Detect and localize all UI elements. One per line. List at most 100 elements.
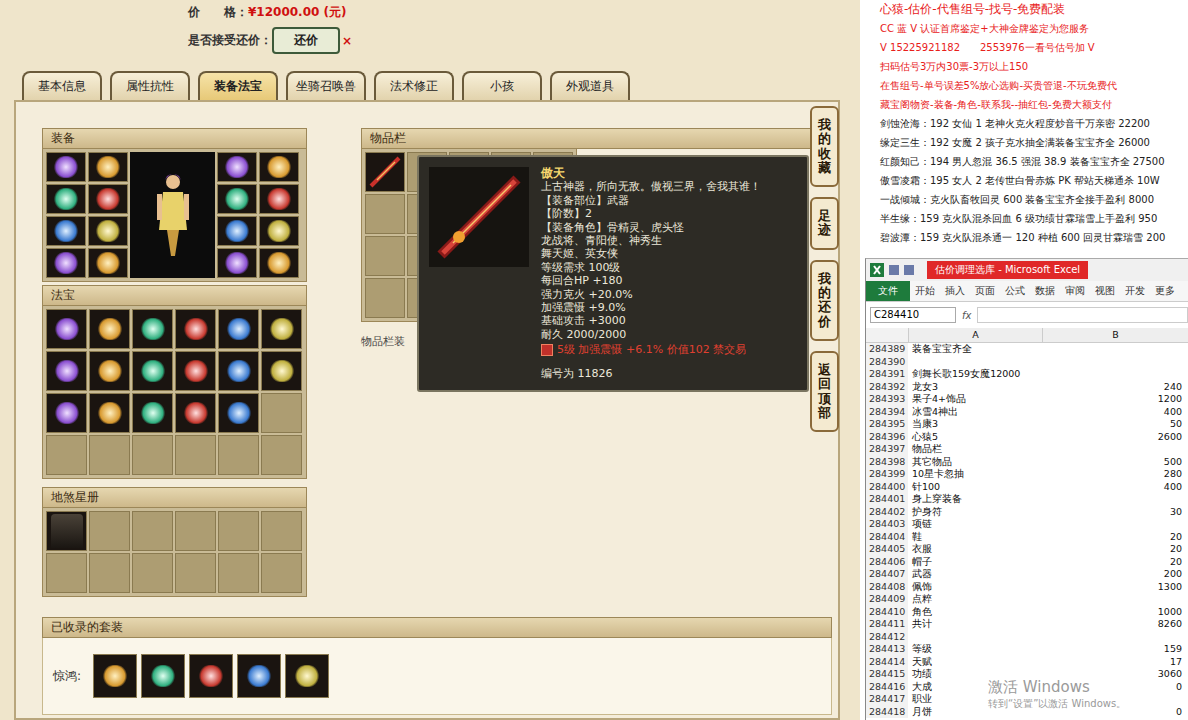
cell[interactable]: 项链 <box>908 518 1042 531</box>
ribbon-tab[interactable]: 更多 <box>1150 284 1180 298</box>
cell[interactable]: 天赋 <box>908 656 1042 669</box>
cell[interactable] <box>1042 368 1188 381</box>
treasure-slot[interactable] <box>218 351 259 391</box>
row-number[interactable]: 284392 <box>866 381 908 394</box>
tab[interactable]: 属性抗性 <box>110 71 190 100</box>
ribbon-tab[interactable]: 开发 <box>1120 284 1150 298</box>
ribbon-tab[interactable]: 插入 <box>940 284 970 298</box>
set-piece[interactable] <box>285 654 329 698</box>
treasure-slot[interactable] <box>89 351 130 391</box>
row-number[interactable]: 284397 <box>866 443 908 456</box>
treasure-slot[interactable] <box>46 309 87 349</box>
equipment-slot[interactable] <box>259 184 299 214</box>
equipment-slot[interactable] <box>46 184 86 214</box>
cell[interactable]: 点粹 <box>908 593 1042 606</box>
treasure-slot[interactable] <box>261 435 302 475</box>
star-book-slot[interactable] <box>132 511 173 551</box>
treasure-slot[interactable] <box>46 393 87 433</box>
row-number[interactable]: 284393 <box>866 393 908 406</box>
save-icon[interactable] <box>889 265 899 275</box>
equipment-slot[interactable] <box>217 248 257 278</box>
equipment-slot[interactable] <box>46 152 86 182</box>
row-number[interactable]: 284405 <box>866 543 908 556</box>
cell[interactable]: 240 <box>1042 381 1188 394</box>
formula-input[interactable] <box>977 307 1188 323</box>
cell[interactable] <box>1042 493 1188 506</box>
row-number[interactable]: 284414 <box>866 656 908 669</box>
row-number[interactable]: 284409 <box>866 593 908 606</box>
treasure-slot[interactable] <box>89 393 130 433</box>
cell[interactable]: 其它物品 <box>908 456 1042 469</box>
side-nav-button[interactable]: 足迹 <box>810 197 839 250</box>
row-number[interactable]: 284398 <box>866 456 908 469</box>
cell[interactable] <box>1042 518 1188 531</box>
file-tab[interactable]: 文件 <box>866 281 910 301</box>
cell[interactable]: 佩饰 <box>908 581 1042 594</box>
cell[interactable]: 17 <box>1042 656 1188 669</box>
undo-icon[interactable] <box>904 265 914 275</box>
row-number[interactable]: 284401 <box>866 493 908 506</box>
treasure-slot[interactable] <box>132 393 173 433</box>
cell[interactable]: 龙女3 <box>908 381 1042 394</box>
star-book-slot[interactable] <box>46 511 87 551</box>
cell[interactable]: 50 <box>1042 418 1188 431</box>
equipment-slot[interactable] <box>46 248 86 278</box>
column-label[interactable]: B <box>1042 328 1188 342</box>
cell[interactable]: 280 <box>1042 468 1188 481</box>
star-book-slot[interactable] <box>218 511 259 551</box>
cell[interactable]: 护身符 <box>908 506 1042 519</box>
fx-button[interactable]: fx <box>962 310 971 321</box>
row-number[interactable]: 284410 <box>866 606 908 619</box>
ribbon-tab[interactable]: 开始 <box>910 284 940 298</box>
cell[interactable]: 心猿5 <box>908 431 1042 444</box>
cell[interactable]: 角色 <box>908 606 1042 619</box>
cell[interactable] <box>908 356 1042 369</box>
row-number[interactable]: 284403 <box>866 518 908 531</box>
treasure-slot[interactable] <box>132 309 173 349</box>
row-number[interactable]: 284411 <box>866 618 908 631</box>
ribbon-tab[interactable]: 页面 <box>970 284 1000 298</box>
treasure-slot[interactable] <box>261 393 302 433</box>
cell[interactable]: 200 <box>1042 568 1188 581</box>
name-box[interactable]: C284410 <box>870 307 956 323</box>
row-number[interactable]: 284416 <box>866 681 908 694</box>
treasure-slot[interactable] <box>218 435 259 475</box>
cell[interactable]: 400 <box>1042 406 1188 419</box>
inventory-slot[interactable] <box>365 278 405 318</box>
tab[interactable]: 坐骑召唤兽 <box>286 71 366 100</box>
cell[interactable]: 8260 <box>1042 618 1188 631</box>
star-book-slot[interactable] <box>46 553 87 593</box>
cell[interactable] <box>1042 443 1188 456</box>
row-number[interactable]: 284396 <box>866 431 908 444</box>
cell[interactable] <box>908 631 1042 644</box>
cell[interactable]: 针100 <box>908 481 1042 494</box>
cell[interactable]: 2600 <box>1042 431 1188 444</box>
cell[interactable]: 1300 <box>1042 581 1188 594</box>
row-number[interactable]: 284404 <box>866 531 908 544</box>
inventory-slot[interactable] <box>365 236 405 276</box>
star-book-slot[interactable] <box>261 553 302 593</box>
row-number[interactable]: 284407 <box>866 568 908 581</box>
equipment-slot[interactable] <box>259 152 299 182</box>
cell[interactable]: 剑舞长歌159女魔12000 <box>908 368 1042 381</box>
cell[interactable]: 装备宝宝齐全 <box>908 343 1042 356</box>
ribbon-tab[interactable]: 审阅 <box>1060 284 1090 298</box>
star-book-slot[interactable] <box>89 511 130 551</box>
equipment-slot[interactable] <box>88 152 128 182</box>
ribbon-tab[interactable]: 视图 <box>1090 284 1120 298</box>
cell[interactable]: 武器 <box>908 568 1042 581</box>
tab[interactable]: 装备法宝 <box>198 71 278 100</box>
cell[interactable] <box>1042 631 1188 644</box>
treasure-slot[interactable] <box>261 351 302 391</box>
cell[interactable]: 30 <box>1042 506 1188 519</box>
cell[interactable]: 10星卡忽抽 <box>908 468 1042 481</box>
cell[interactable]: 400 <box>1042 481 1188 494</box>
side-nav-button[interactable]: 我的收藏 <box>810 106 839 187</box>
cell[interactable]: 500 <box>1042 456 1188 469</box>
treasure-slot[interactable] <box>175 393 216 433</box>
cell[interactable]: 1200 <box>1042 393 1188 406</box>
treasure-slot[interactable] <box>132 351 173 391</box>
treasure-slot[interactable] <box>46 351 87 391</box>
row-number[interactable]: 284415 <box>866 668 908 681</box>
treasure-slot[interactable] <box>46 435 87 475</box>
